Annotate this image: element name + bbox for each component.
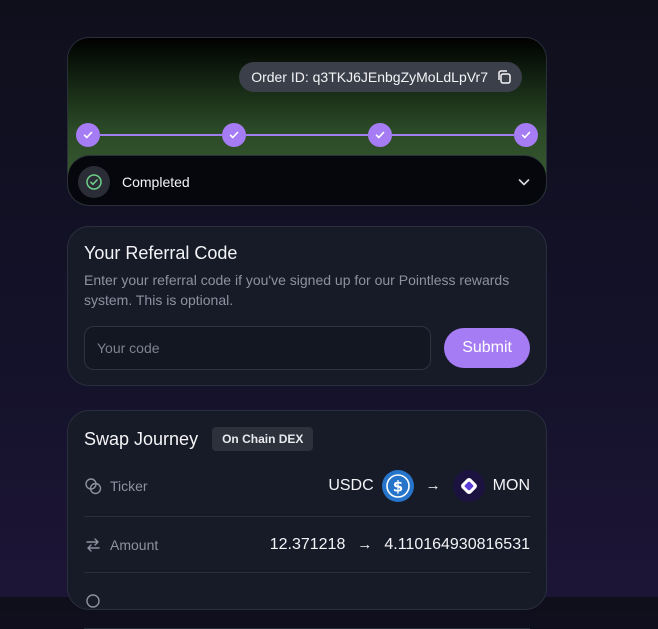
arrow-right-icon: → (357, 536, 373, 553)
amount-value: 12.371218 → 4.110164930816531 (270, 536, 530, 554)
ticker-value: USDC $ → MON (328, 469, 530, 502)
route-badge: On Chain DEX (212, 427, 314, 451)
referral-description: Enter your referral code if you've signe… (84, 272, 510, 308)
mon-coin-icon (452, 469, 485, 502)
usdc-coin-icon: $ (381, 469, 414, 502)
progress-tracker (76, 123, 538, 147)
referral-card: Your Referral Code Enter your referral c… (67, 226, 547, 386)
from-ticker: USDC (328, 476, 374, 494)
order-id-label: Order ID: q3TKJ6JEnbgZyMoLdLpVr7 (251, 69, 488, 85)
order-id-pill[interactable]: Order ID: q3TKJ6JEnbgZyMoLdLpVr7 (239, 62, 522, 92)
ticker-label: Ticker (110, 477, 148, 494)
progress-step-check-icon (514, 123, 538, 147)
amount-label-group: Amount (84, 536, 158, 554)
progress-step-check-icon (368, 123, 392, 147)
progress-line (392, 134, 514, 136)
to-ticker: MON (492, 476, 530, 494)
swap-title: Swap Journey (84, 428, 199, 449)
coins-icon (84, 477, 102, 495)
progress-step-check-icon (76, 123, 100, 147)
submit-button[interactable]: Submit (444, 328, 530, 368)
progress-line (100, 134, 222, 136)
chevron-down-icon[interactable] (516, 174, 532, 190)
swap-arrows-icon (84, 536, 102, 554)
arrow-right-icon: → (425, 477, 441, 494)
check-circle-icon (78, 165, 110, 198)
amount-row: Amount 12.371218 → 4.110164930816531 (84, 517, 530, 573)
from-amount: 12.371218 (269, 535, 346, 553)
referral-title: Your Referral Code (84, 243, 238, 263)
swap-journey-card: Swap Journey On Chain DEX Ticker USDC $ … (67, 410, 547, 629)
next-row-label-group (84, 592, 102, 610)
to-amount: 4.110164930816531 (384, 535, 530, 553)
referral-code-input[interactable] (84, 326, 432, 370)
svg-text:$: $ (392, 477, 402, 495)
progress-step-check-icon (222, 123, 246, 147)
amount-label: Amount (110, 536, 159, 553)
next-row (84, 573, 530, 629)
order-status-card: Order ID: q3TKJ6JEnbgZyMoLdLpVr7 Complet… (67, 37, 547, 206)
status-dropdown[interactable]: Completed (68, 155, 546, 205)
copy-icon[interactable] (496, 69, 512, 85)
status-label: Completed (122, 173, 190, 190)
swap-header: Swap Journey On Chain DEX (84, 427, 530, 451)
ticker-row: Ticker USDC $ → MON (84, 455, 530, 517)
row-icon (84, 592, 102, 610)
progress-line (246, 134, 368, 136)
referral-form: Submit (84, 326, 530, 370)
ticker-label-group: Ticker (84, 477, 148, 495)
